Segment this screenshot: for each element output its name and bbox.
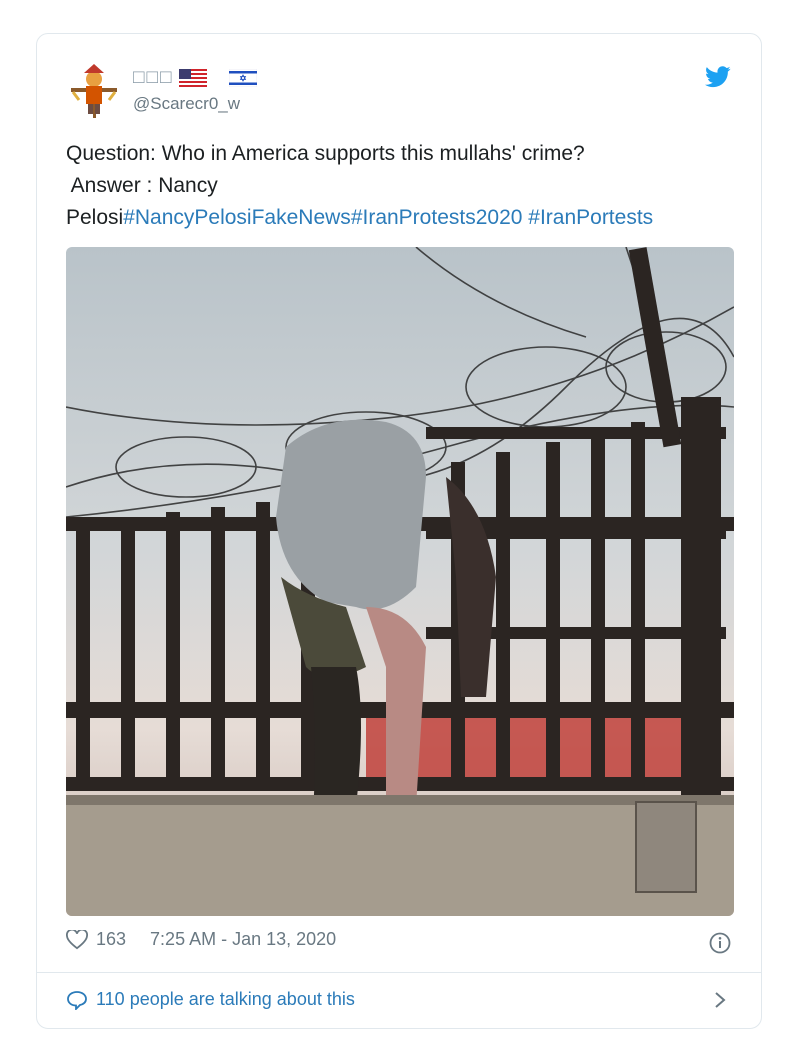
avatar[interactable] (65, 62, 123, 120)
tweet-card: □□□ @Scarecr0_w Question: Who in America… (36, 33, 762, 1029)
heart-outline-icon[interactable] (66, 929, 88, 950)
info-circle-icon[interactable] (709, 932, 731, 954)
chevron-right-icon[interactable] (713, 991, 727, 1009)
tweet-meta: 163 7:25 AM - Jan 13, 2020 (66, 929, 336, 950)
tweet-line-3: Pelosi#NancyPelosiFakeNews#IranProtests2… (66, 202, 736, 234)
like-count[interactable]: 163 (96, 929, 126, 950)
conversation-link[interactable]: 110 people are talking about this (66, 989, 355, 1010)
tweet-timestamp[interactable]: 7:25 AM - Jan 13, 2020 (150, 929, 336, 950)
tweet-text: Question: Who in America supports this m… (66, 138, 736, 234)
us-flag-icon (179, 69, 208, 87)
tweet-text-pelosi: Pelosi (66, 206, 124, 229)
divider (37, 972, 761, 973)
speech-bubble-icon (67, 990, 87, 1010)
hashtag-link[interactable]: #IranPortests (528, 206, 653, 229)
tweet-line-1: Question: Who in America supports this m… (66, 142, 585, 165)
twitter-bird-icon[interactable] (705, 66, 731, 88)
talking-count-text: 110 people are talking about this (96, 989, 355, 1009)
hashtag-link[interactable]: #NancyPelosiFakeNews (123, 206, 351, 229)
display-name[interactable]: □□□ (133, 67, 258, 89)
display-name-text: □□□ (133, 67, 174, 88)
tweet-line-2: Answer : Nancy (66, 174, 218, 197)
israel-flag-icon (229, 69, 258, 87)
hashtag-link[interactable]: #IranProtests2020 (351, 206, 523, 229)
user-handle[interactable]: @Scarecr0_w (133, 94, 240, 114)
tweet-photo[interactable] (66, 247, 734, 916)
